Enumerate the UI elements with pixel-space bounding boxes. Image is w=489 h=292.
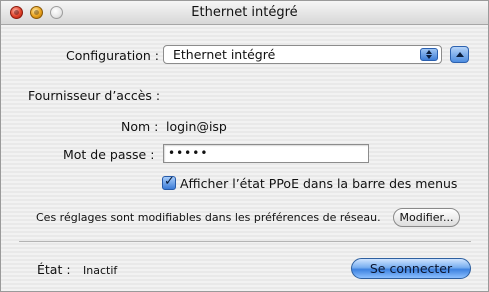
modify-button[interactable]: Modifier... [393, 208, 460, 227]
triangle-up-icon [456, 52, 464, 57]
name-label: Nom : [121, 119, 159, 134]
status-label: État : [37, 262, 71, 277]
show-ppp-status-label[interactable]: Afficher l’état PPoE dans la barre des m… [180, 176, 457, 191]
name-value: login@isp [166, 119, 227, 134]
settings-note: Ces réglages sont modifiables dans les p… [36, 211, 381, 224]
password-field[interactable]: ••••• [163, 144, 369, 163]
window-title: Ethernet intégré [191, 5, 298, 20]
checkmark-icon: ✓ [164, 174, 175, 189]
status-value: Inactif [83, 264, 118, 277]
divider [19, 241, 471, 242]
password-value: ••••• [168, 146, 209, 160]
title-bar: Ethernet intégré [1, 1, 488, 25]
disclosure-button[interactable] [450, 46, 469, 63]
configuration-popup[interactable]: Ethernet intégré [163, 45, 442, 64]
ppp-window: Ethernet intégré Configuration : Etherne… [0, 0, 489, 292]
show-ppp-status-checkbox[interactable]: ✓ [162, 174, 176, 190]
connect-button[interactable]: Se connecter [351, 258, 471, 279]
popup-arrows-icon [420, 48, 438, 61]
configuration-label: Configuration : [66, 48, 159, 63]
configuration-value: Ethernet intégré [173, 47, 276, 62]
password-label: Mot de passe : [63, 147, 155, 162]
provider-section-label: Fournisseur d’accès : [28, 88, 161, 103]
